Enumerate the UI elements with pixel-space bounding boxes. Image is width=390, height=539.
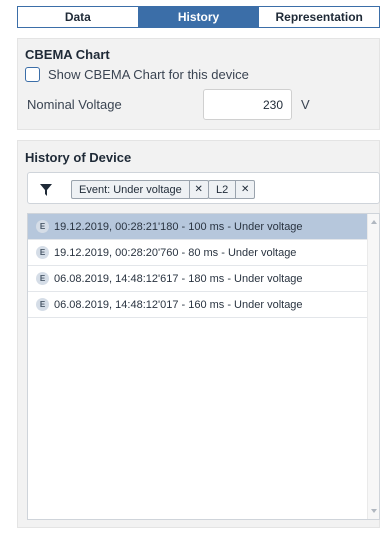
- tab-history[interactable]: History: [138, 7, 260, 27]
- remove-filter-event-icon[interactable]: ✕: [188, 181, 208, 198]
- history-title: History of Device: [25, 150, 132, 165]
- list-item[interactable]: E 06.08.2019, 14:48:12'617 - 180 ms - Un…: [28, 266, 368, 292]
- list-item-text: 06.08.2019, 14:48:12'617 - 180 ms - Unde…: [54, 272, 303, 285]
- event-badge-icon: E: [36, 220, 49, 233]
- voltage-unit: V: [301, 97, 310, 112]
- show-cbema-checkbox-row[interactable]: Show CBEMA Chart for this device: [25, 67, 249, 82]
- remove-filter-l2-icon[interactable]: ✕: [235, 181, 254, 198]
- show-cbema-checkbox[interactable]: [25, 67, 40, 82]
- scroll-up-icon[interactable]: [371, 220, 377, 224]
- history-panel: History of Device Event: Under voltage ✕…: [17, 140, 380, 528]
- list-scrollbar[interactable]: [367, 214, 379, 519]
- event-badge-icon: E: [36, 272, 49, 285]
- history-list: E 19.12.2019, 00:28:21'180 - 100 ms - Un…: [27, 213, 380, 520]
- list-item-text: 19.12.2019, 00:28:20'760 - 80 ms - Under…: [54, 246, 297, 259]
- event-badge-icon: E: [36, 246, 49, 259]
- filter-funnel-icon[interactable]: [40, 183, 52, 196]
- show-cbema-label: Show CBEMA Chart for this device: [48, 67, 249, 82]
- list-item[interactable]: E 06.08.2019, 14:48:12'017 - 160 ms - Un…: [28, 292, 368, 318]
- event-badge-icon: E: [36, 298, 49, 311]
- filter-chip-event: Event: Under voltage ✕: [71, 180, 209, 199]
- tab-bar: Data History Representation: [17, 6, 380, 28]
- tab-representation[interactable]: Representation: [259, 7, 380, 27]
- cbema-title: CBEMA Chart: [25, 47, 110, 62]
- cbema-panel: CBEMA Chart Show CBEMA Chart for this de…: [17, 38, 380, 130]
- scroll-down-icon[interactable]: [371, 509, 377, 513]
- list-item[interactable]: E 19.12.2019, 00:28:21'180 - 100 ms - Un…: [28, 214, 368, 240]
- tab-data[interactable]: Data: [18, 7, 139, 27]
- filter-chip-event-label: Event: Under voltage: [79, 183, 182, 196]
- list-item[interactable]: E 19.12.2019, 00:28:20'760 - 80 ms - Und…: [28, 240, 368, 266]
- filter-chip-l2: L2 ✕: [208, 180, 256, 199]
- list-item-text: 06.08.2019, 14:48:12'017 - 160 ms - Unde…: [54, 298, 303, 311]
- nominal-voltage-input[interactable]: [203, 89, 292, 120]
- nominal-voltage-label: Nominal Voltage: [27, 97, 122, 112]
- list-item-text: 19.12.2019, 00:28:21'180 - 100 ms - Unde…: [54, 220, 303, 233]
- filter-chip-l2-label: L2: [216, 183, 229, 196]
- filter-bar: Event: Under voltage ✕ L2 ✕: [27, 172, 380, 204]
